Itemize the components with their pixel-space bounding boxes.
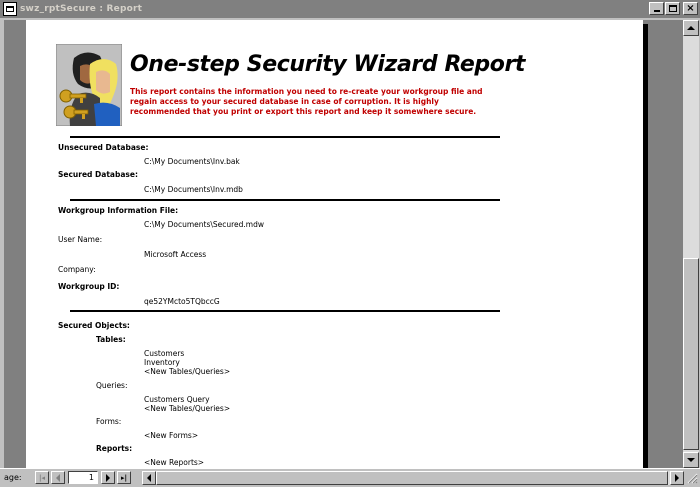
horizontal-scroll-thumb[interactable]	[156, 471, 668, 485]
maximize-button[interactable]	[665, 2, 680, 15]
workgroup-id-value: qe52YMcto5TQbccG	[144, 297, 220, 306]
scroll-down-icon	[687, 458, 695, 462]
previous-page-button[interactable]	[51, 471, 65, 484]
scroll-up-icon	[687, 26, 695, 30]
previous-record-icon	[56, 473, 60, 482]
workgroup-file-value: C:\My Documents\Secured.mdw	[144, 220, 265, 229]
maximize-icon	[668, 5, 677, 12]
resize-grip-icon[interactable]	[686, 472, 698, 484]
scroll-right-icon	[675, 474, 679, 482]
page-shadow	[643, 24, 648, 468]
page-number-input[interactable]: 1	[68, 471, 98, 484]
window-title: swz_rptSecure : Report	[20, 4, 143, 14]
horizontal-scrollbar[interactable]	[142, 471, 684, 485]
next-page-button[interactable]	[101, 471, 115, 484]
close-icon: ×	[686, 2, 695, 14]
section-divider	[70, 136, 500, 138]
first-page-button[interactable]: |◂	[35, 471, 49, 484]
scroll-down-button[interactable]	[683, 452, 699, 468]
next-record-icon	[106, 473, 110, 482]
reports-label: Reports:	[96, 444, 133, 453]
list-item: Inventory	[144, 358, 180, 367]
page-label: age:	[4, 473, 22, 482]
tables-list: Customers Inventory <New Tables/Queries>	[144, 349, 230, 376]
secured-db-value: C:\My Documents\Inv.mdb	[144, 185, 243, 194]
report-window-icon[interactable]	[3, 2, 17, 16]
section-divider	[70, 199, 500, 201]
unsecured-db-label: Unsecured Database:	[58, 143, 149, 152]
vertical-scrollbar[interactable]	[683, 20, 699, 468]
workgroup-id-label: Workgroup ID:	[58, 282, 120, 291]
queries-list: Customers Query <New Tables/Queries>	[144, 395, 230, 413]
user-name-label: User Name:	[58, 235, 103, 244]
list-item: Customers	[144, 349, 185, 358]
minimize-icon	[653, 10, 660, 12]
scroll-right-button[interactable]	[670, 471, 684, 485]
list-item: <New Tables/Queries>	[144, 367, 231, 376]
queries-label: Queries:	[96, 381, 128, 390]
reports-list: <New Reports>	[144, 458, 204, 467]
list-item: <New Forms>	[144, 431, 199, 440]
report-page: One-step Security Wizard Report This rep…	[26, 20, 643, 468]
scroll-left-button[interactable]	[142, 471, 156, 485]
tables-label: Tables:	[96, 335, 126, 344]
forms-label: Forms:	[96, 417, 122, 426]
record-navigation-bar: age: |◂ 1 ▸|	[0, 468, 700, 487]
scroll-up-button[interactable]	[683, 20, 699, 36]
last-record-icon: ▸|	[120, 473, 128, 482]
report-title: One-step Security Wizard Report	[130, 52, 526, 77]
company-label: Company:	[58, 265, 96, 274]
section-divider	[70, 310, 500, 312]
report-intro-text: This report contains the information you…	[130, 87, 483, 116]
close-button[interactable]: ×	[683, 2, 698, 15]
list-item: <New Tables/Queries>	[144, 404, 231, 413]
last-page-button[interactable]: ▸|	[117, 471, 131, 484]
forms-list: <New Forms>	[144, 431, 198, 440]
workgroup-file-label: Workgroup Information File:	[58, 206, 179, 215]
user-name-value: Microsoft Access	[144, 250, 207, 259]
window-title-bar[interactable]: swz_rptSecure : Report ×	[0, 0, 700, 18]
secured-db-label: Secured Database:	[58, 170, 138, 179]
scroll-left-icon	[147, 474, 151, 482]
security-keys-logo-icon	[56, 44, 122, 126]
list-item: <New Reports>	[144, 458, 205, 467]
minimize-button[interactable]	[649, 2, 664, 15]
vertical-scroll-thumb[interactable]	[683, 258, 699, 450]
first-record-icon: |◂	[38, 473, 46, 482]
unsecured-db-value: C:\My Documents\Inv.bak	[144, 157, 240, 166]
report-preview-area[interactable]: One-step Security Wizard Report This rep…	[4, 20, 683, 468]
secured-objects-label: Secured Objects:	[58, 321, 130, 330]
list-item: Customers Query	[144, 395, 210, 404]
